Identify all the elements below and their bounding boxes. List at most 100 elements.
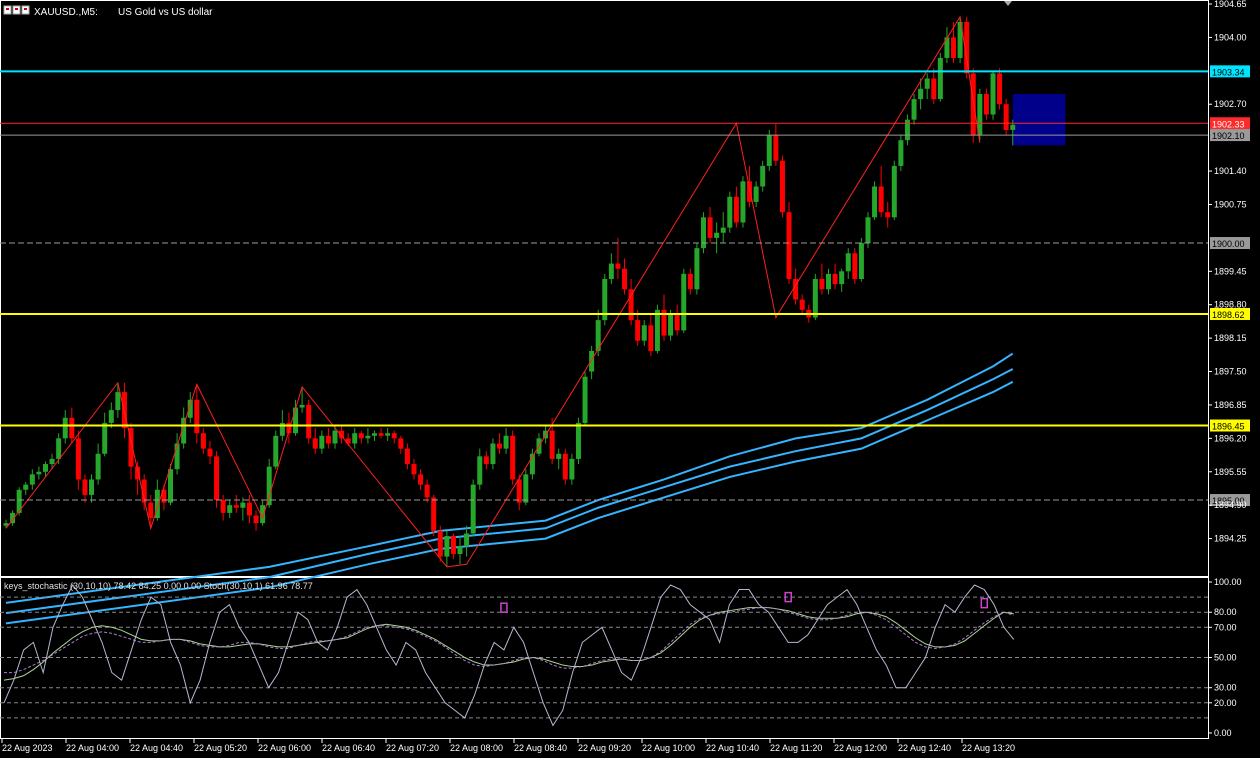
time-tick-label: 22 Aug 05:20 — [194, 743, 247, 753]
candle[interactable] — [510, 430, 516, 485]
candle-body — [95, 453, 101, 480]
candle[interactable] — [470, 479, 476, 537]
candle-body — [826, 273, 831, 290]
candle[interactable] — [937, 52, 943, 102]
chart-symbol: XAUUSD.,M5: — [34, 7, 98, 18]
candle-body — [773, 135, 779, 161]
price-tick-label: 1901.40 — [1214, 166, 1247, 176]
candle[interactable] — [898, 135, 904, 172]
candle-body — [194, 399, 200, 434]
candle[interactable] — [1003, 99, 1009, 136]
candle[interactable] — [694, 243, 700, 295]
candle[interactable] — [306, 399, 312, 444]
candle-body — [503, 435, 509, 449]
candle-body — [924, 78, 930, 89]
candle[interactable] — [727, 191, 733, 233]
candle-body — [102, 422, 108, 454]
candle[interactable] — [273, 430, 279, 470]
candle-body — [220, 500, 226, 513]
candle-body — [523, 474, 529, 503]
price-tick-label: 1904.65 — [1214, 0, 1247, 9]
candle-body — [700, 217, 706, 249]
candle-body — [49, 458, 55, 465]
candle-body — [556, 453, 562, 459]
candle-body — [69, 417, 75, 439]
candle[interactable] — [602, 273, 608, 326]
candle[interactable] — [766, 129, 772, 172]
oscillator-tick-label: 0.00 — [1214, 728, 1232, 738]
candle-body — [56, 438, 62, 459]
candle-body — [240, 502, 246, 508]
candle-body — [845, 253, 851, 272]
candle[interactable] — [681, 268, 687, 333]
candle-body — [799, 299, 805, 310]
candle-body — [727, 196, 733, 228]
candle-body — [411, 464, 417, 475]
candle-body — [753, 186, 759, 202]
candle-body — [398, 438, 404, 449]
chart-menu-icon[interactable] — [3, 5, 30, 15]
candle-body — [437, 530, 443, 557]
price-tick-label: 1902.70 — [1214, 99, 1247, 109]
time-tick-label: 22 Aug 10:00 — [642, 743, 695, 753]
candle-body — [82, 479, 88, 495]
time-tick-label: 22 Aug 10:40 — [706, 743, 759, 753]
price-tick-label: 1900.75 — [1214, 199, 1247, 209]
candle-body — [983, 93, 989, 115]
price-tick-label: 1896.85 — [1214, 400, 1247, 410]
candle-body — [464, 533, 470, 547]
candle[interactable] — [654, 304, 660, 354]
candle[interactable] — [997, 68, 1003, 110]
price-tag-label: 1896.45 — [1212, 422, 1245, 432]
candle-body — [733, 196, 739, 223]
chart-background — [0, 0, 1260, 758]
candle[interactable] — [562, 448, 568, 485]
oscillator-label: keys_stochastic (30,10,10) 78.42 84.25 0… — [4, 581, 313, 591]
price-tag-label: 1902.10 — [1212, 131, 1245, 141]
candle[interactable] — [957, 16, 963, 64]
candle-body — [29, 474, 35, 485]
candle-body — [516, 479, 522, 503]
candle-body — [497, 443, 502, 449]
candle[interactable] — [431, 494, 437, 537]
candle-body — [365, 435, 371, 439]
candle-body — [75, 438, 81, 480]
time-tick-label: 22 Aug 12:00 — [834, 743, 887, 753]
candle[interactable] — [582, 371, 588, 426]
price-tag-label: 1898.62 — [1212, 310, 1245, 320]
candle-body — [852, 253, 858, 280]
candle-body — [306, 404, 312, 439]
chart-canvas[interactable]: 1904.65 1904.00 1903.34 1902.70 1902.33 1902.… — [0, 0, 1260, 758]
candle-body — [812, 279, 818, 318]
price-zone — [1012, 93, 1066, 146]
price-tick-label: 1899.45 — [1214, 266, 1247, 276]
candle-body — [319, 435, 325, 449]
candle-body — [385, 433, 391, 436]
price-tag-label: 1902.33 — [1212, 119, 1245, 129]
candle[interactable] — [970, 68, 976, 143]
candle-body — [62, 417, 68, 439]
candle[interactable] — [852, 248, 858, 285]
candle-body — [108, 410, 114, 423]
oscillator-tick-label: 100.00 — [1214, 577, 1242, 587]
candle-body — [470, 484, 476, 534]
price-tag-label: 1903.34 — [1212, 67, 1245, 77]
candle[interactable] — [214, 451, 220, 508]
candle-body — [378, 433, 384, 436]
candle[interactable] — [891, 160, 897, 220]
chart-description: US Gold vs US dollar — [118, 7, 213, 18]
candle[interactable] — [700, 212, 706, 254]
candle[interactable] — [779, 155, 785, 218]
candle[interactable] — [740, 176, 746, 228]
candle[interactable] — [990, 71, 996, 120]
candle-body — [779, 160, 785, 213]
candle[interactable] — [858, 237, 864, 282]
candle-body — [668, 314, 674, 336]
candle[interactable] — [168, 464, 173, 506]
candle-body — [36, 471, 42, 475]
candle-body — [168, 469, 173, 503]
time-tick-label: 22 Aug 13:20 — [962, 743, 1015, 753]
candle-body — [714, 232, 720, 238]
candle[interactable] — [872, 181, 878, 220]
price-tick-label: 1894.90 — [1214, 500, 1247, 510]
